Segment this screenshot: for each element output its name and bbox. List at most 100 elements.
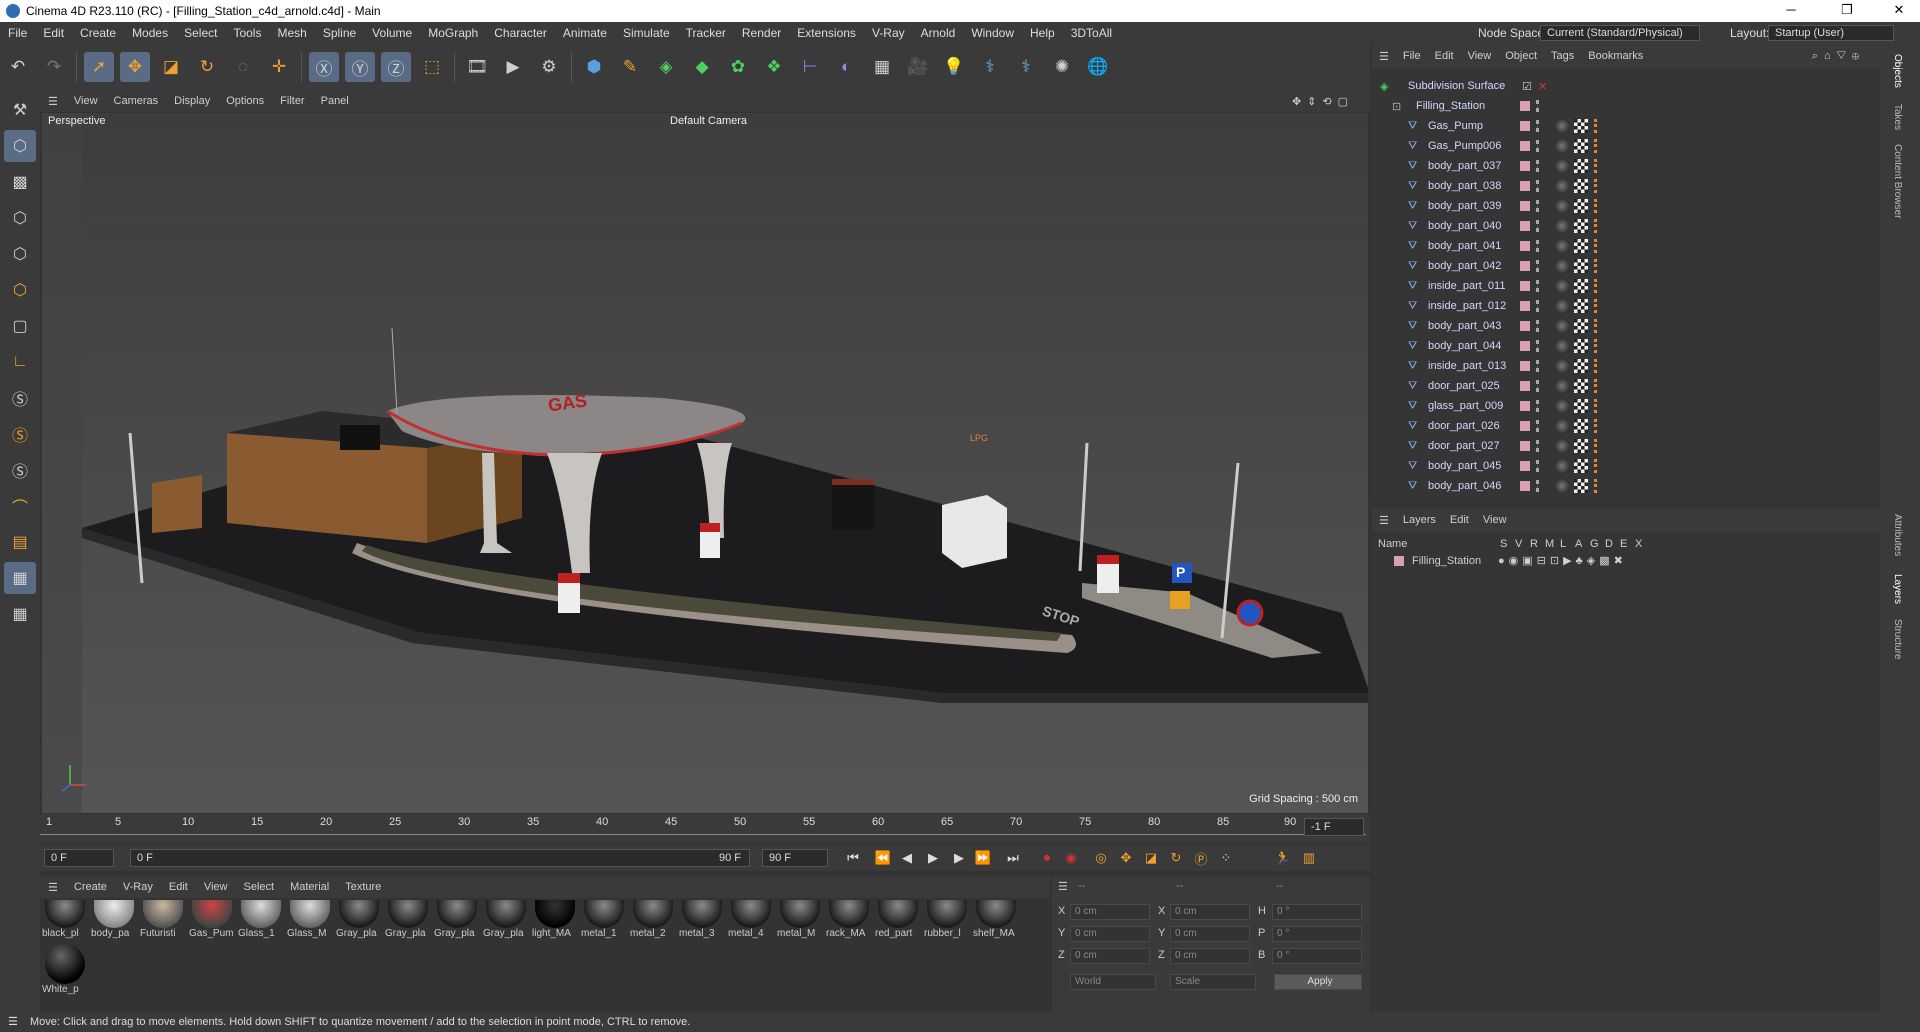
uvw-tag-icon[interactable] [1574,119,1588,133]
position-y-field[interactable]: 0 cm [1070,926,1150,942]
menu-character[interactable]: Character [486,26,555,40]
go-to-start-icon[interactable]: ⏮ [842,848,864,868]
world-dropdown[interactable]: World [1070,974,1156,990]
visibility-dots-icon[interactable] [1536,440,1540,452]
menu-3dtoall[interactable]: 3DToAll [1063,26,1120,40]
visibility-dots-icon[interactable] [1536,100,1540,112]
selection-tag-icon[interactable] [1594,119,1602,133]
uvw-tag-icon[interactable] [1574,139,1588,153]
object-row[interactable]: ⛛ inside_part_012 [1372,296,1880,316]
mat-menu-material[interactable]: Material [282,881,337,893]
material-swatch[interactable]: light_MA [532,900,578,942]
node-space-dropdown[interactable]: Current (Standard/Physical) [1540,25,1700,41]
object-row[interactable]: ⛛ body_part_041 [1372,236,1880,256]
visibility-dots-icon[interactable] [1536,160,1540,172]
edges-mode-icon[interactable]: ⬡ [4,238,36,270]
y-axis-lock-icon[interactable]: Ⓨ [345,52,375,82]
visibility-dots-icon[interactable] [1536,320,1540,332]
viewport-menu-display[interactable]: Display [166,95,218,107]
apply-button[interactable]: Apply [1274,974,1362,990]
object-hamburger-icon[interactable]: ☰ [1372,50,1396,63]
material-swatch[interactable]: metal_2 [630,900,676,942]
layer-color-chip[interactable] [1520,261,1530,271]
uvw-tag-icon[interactable] [1574,279,1588,293]
floor-icon[interactable]: ▦ [867,52,897,82]
subdivision-icon[interactable]: ◈ [651,52,681,82]
object-row-subdivision[interactable]: ◈ Subdivision Surface ☑ ✕ [1372,76,1880,96]
sky-icon[interactable]: 🌐 [1083,52,1113,82]
selection-tag-icon[interactable] [1594,279,1602,293]
obj-menu-view[interactable]: View [1461,50,1499,62]
mograph-icon[interactable]: ❖ [759,52,789,82]
position-z-field[interactable]: 0 cm [1070,948,1150,964]
material-swatch[interactable]: metal_3 [679,900,725,942]
maximize-icon[interactable]: ❐ [1826,0,1868,22]
selection-tag-icon[interactable] [1594,379,1602,393]
object-row[interactable]: ⛛ inside_part_013 [1372,356,1880,376]
object-row[interactable]: ⛛ body_part_037 [1372,156,1880,176]
material-tag-icon[interactable] [1554,458,1570,474]
uvw-tag-icon[interactable] [1574,399,1588,413]
select-tool-icon[interactable]: ➚ [84,52,114,82]
status-hamburger-icon[interactable]: ☰ [8,1012,18,1032]
layer-color-chip[interactable] [1520,461,1530,471]
go-to-end-icon[interactable]: ⏭ [1002,848,1024,868]
menu-simulate[interactable]: Simulate [615,26,678,40]
material-tag-icon[interactable] [1554,238,1570,254]
3d-viewport[interactable]: Perspective Default Camera GAS LPG STOP … [42,113,1368,813]
selection-tag-icon[interactable] [1594,259,1602,273]
layer-color-chip[interactable] [1520,481,1530,491]
rotation-b-field[interactable]: 0 ° [1272,948,1362,964]
obj-menu-file[interactable]: File [1396,50,1428,62]
frame-range-slider[interactable]: 0 F 90 F [130,849,750,867]
menu-select[interactable]: Select [176,26,225,40]
layer-menu-view[interactable]: View [1476,514,1514,526]
selection-tag-icon[interactable] [1594,459,1602,473]
material-tag-icon[interactable] [1554,398,1570,414]
menu-render[interactable]: Render [734,26,789,40]
visibility-dots-icon[interactable] [1536,420,1540,432]
make-editable-icon[interactable]: ⚒ [4,94,36,126]
menu-modes[interactable]: Modes [124,26,176,40]
mat-menu-select[interactable]: Select [236,881,283,893]
material-swatch[interactable]: Gray_pla [385,900,431,942]
layer-color-chip[interactable] [1520,421,1530,431]
selection-tag-icon[interactable] [1594,339,1602,353]
menu-arnold[interactable]: Arnold [913,26,964,40]
menu-create[interactable]: Create [72,26,124,40]
selection-tag-icon[interactable] [1594,399,1602,413]
material-tag-icon[interactable] [1554,298,1570,314]
object-row[interactable]: ⛛ body_part_045 [1372,456,1880,476]
polygons-mode-icon[interactable]: ⬡ [4,274,36,306]
visibility-dots-icon[interactable] [1536,260,1540,272]
obj-menu-tags[interactable]: Tags [1544,50,1581,62]
size-x-field[interactable]: 0 cm [1170,904,1250,920]
visibility-dots-icon[interactable] [1536,460,1540,472]
viewport-menu-filter[interactable]: Filter [272,95,312,107]
uvw-tag-icon[interactable] [1574,199,1588,213]
python-icon[interactable]: ⚕ [975,52,1005,82]
mat-menu-texture[interactable]: Texture [337,881,389,893]
obj-menu-edit[interactable]: Edit [1428,50,1461,62]
layer-hamburger-icon[interactable]: ☰ [1372,514,1396,527]
layer-color-chip[interactable] [1520,301,1530,311]
menu-window[interactable]: Window [963,26,1022,40]
coord-hamburger-icon[interactable]: ☰ [1058,880,1068,893]
object-row[interactable]: ⛛ body_part_042 [1372,256,1880,276]
layer-color-chip[interactable] [1520,321,1530,331]
object-row[interactable]: ⛛ door_part_026 [1372,416,1880,436]
selection-tag-icon[interactable] [1594,479,1602,493]
visibility-dots-icon[interactable] [1536,360,1540,372]
prev-key-icon[interactable]: ⏪ [872,848,894,868]
uvw-tag-icon[interactable] [1574,459,1588,473]
selection-tag-icon[interactable] [1594,179,1602,193]
viewport-nav-icons[interactable]: ✥⇕⟲▢ [1284,95,1362,108]
obj-menu-object[interactable]: Object [1498,50,1544,62]
object-row[interactable]: ⛛ door_part_027 [1372,436,1880,456]
axis-tool-icon[interactable]: ✛ [264,52,294,82]
key-scale-icon[interactable]: ◪ [1140,848,1162,868]
key-position-icon[interactable]: ✥ [1115,848,1137,868]
visibility-dots-icon[interactable] [1536,280,1540,292]
material-swatch[interactable]: body_pa [91,900,137,942]
motion-system-icon[interactable]: 🏃 [1272,848,1294,868]
